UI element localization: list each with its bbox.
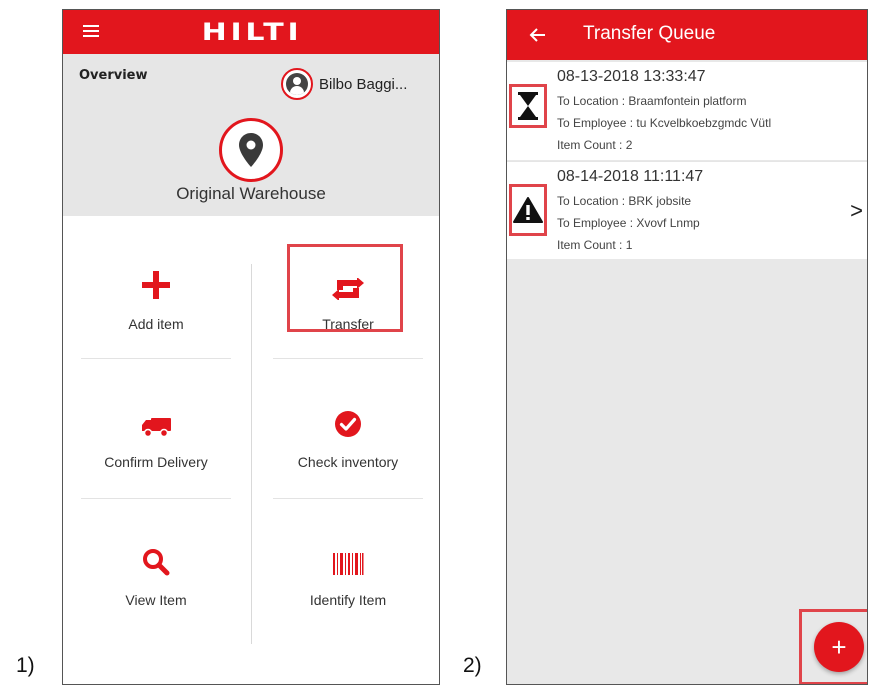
back-arrow-icon[interactable] bbox=[527, 24, 549, 46]
app-header: HILTI bbox=[63, 10, 439, 54]
transfer-queue-screen: Transfer Queue 08-13-2018 13:33:47 To Lo… bbox=[506, 9, 868, 685]
transfer-highlight-box bbox=[287, 244, 403, 332]
confirm-delivery-label: Confirm Delivery bbox=[104, 454, 208, 470]
figure-label-1: 1) bbox=[16, 654, 35, 677]
user-name: Bilbo Baggi... bbox=[319, 75, 408, 93]
queue-item-date: 08-13-2018 13:33:47 bbox=[557, 68, 706, 85]
queue-item[interactable]: 08-14-2018 11:11:47 To Location : BRK jo… bbox=[507, 161, 867, 259]
overview-title: Overview bbox=[79, 68, 148, 83]
view-item-button[interactable]: View Item bbox=[71, 534, 241, 644]
chevron-right-icon[interactable]: > bbox=[850, 198, 863, 224]
warehouse-name: Original Warehouse bbox=[176, 184, 326, 203]
confirm-delivery-button[interactable]: Confirm Delivery bbox=[71, 396, 241, 506]
hourglass-icon bbox=[509, 84, 547, 128]
check-circle-icon bbox=[334, 396, 362, 438]
figure-label-2: 2) bbox=[463, 654, 482, 677]
search-icon bbox=[142, 534, 170, 576]
avatar[interactable] bbox=[281, 68, 313, 100]
queue-item-date: 08-14-2018 11:11:47 bbox=[557, 168, 704, 185]
check-inventory-button[interactable]: Check inventory bbox=[263, 396, 433, 506]
queue-item-location: To Location : Braamfontein platform bbox=[557, 94, 747, 108]
view-item-label: View Item bbox=[125, 592, 187, 608]
barcode-icon bbox=[332, 534, 364, 576]
home-screen: HILTI Overview Bilbo Baggi... Original W… bbox=[62, 9, 440, 685]
warning-icon bbox=[509, 184, 547, 236]
queue-item-employee: To Employee : tu Kcvelbkoebzgmdc Vütl bbox=[557, 116, 772, 130]
hilti-logo: HILTI bbox=[201, 18, 303, 46]
page-title: Transfer Queue bbox=[583, 23, 716, 44]
overview-panel: Overview Bilbo Baggi... Original Warehou… bbox=[63, 54, 439, 216]
identify-item-label: Identify Item bbox=[309, 592, 387, 608]
queue-item-count: Item Count : 2 bbox=[557, 138, 633, 152]
add-transfer-button[interactable]: + bbox=[814, 622, 864, 672]
add-item-label: Add item bbox=[128, 316, 184, 332]
queue-item-count: Item Count : 1 bbox=[557, 238, 633, 252]
app-header: Transfer Queue bbox=[507, 10, 867, 60]
plus-icon bbox=[141, 258, 171, 300]
truck-icon bbox=[140, 396, 172, 438]
queue-item[interactable]: 08-13-2018 13:33:47 To Location : Braamf… bbox=[507, 62, 867, 160]
queue-item-location: To Location : BRK jobsite bbox=[557, 194, 692, 208]
grid-divider-vertical bbox=[251, 264, 252, 644]
action-grid: Add item Transfer Confirm Delivery Check… bbox=[63, 216, 439, 684]
add-item-button[interactable]: Add item bbox=[71, 258, 241, 368]
location-pin-icon[interactable] bbox=[219, 118, 283, 182]
check-inventory-label: Check inventory bbox=[297, 454, 399, 470]
hamburger-menu-icon[interactable] bbox=[83, 25, 99, 37]
identify-item-button[interactable]: Identify Item bbox=[263, 534, 433, 644]
user-icon bbox=[286, 73, 308, 95]
user-profile[interactable]: Bilbo Baggi... bbox=[281, 68, 407, 100]
queue-item-employee: To Employee : Xvovf Lnmp bbox=[557, 216, 700, 230]
